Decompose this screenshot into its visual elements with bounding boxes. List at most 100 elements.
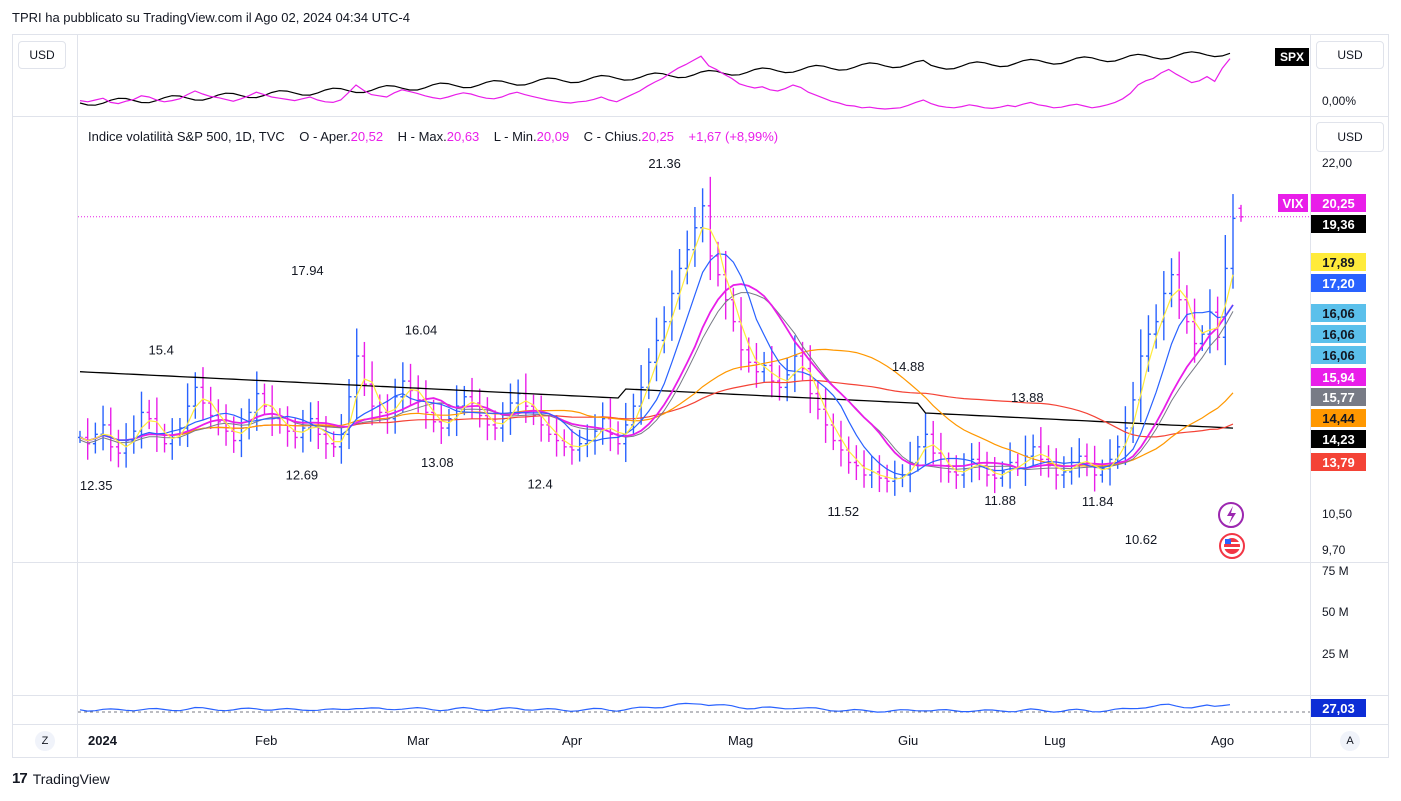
pane-separator: [12, 562, 1389, 563]
ohlc-bar: [899, 464, 905, 488]
ohlc-bar: [830, 413, 836, 451]
currency-button-left[interactable]: USD: [18, 41, 66, 69]
ohlc-bar: [592, 414, 598, 455]
ohlc-bar: [807, 345, 813, 414]
oscillator-badge: 27,03: [1311, 699, 1366, 717]
ohlc-bar: [431, 399, 437, 433]
event-icons[interactable]: [1218, 502, 1245, 559]
ohlc-bar: [746, 337, 752, 373]
currency-button-main[interactable]: USD: [1316, 122, 1384, 152]
ohlc-bar: [1061, 456, 1067, 489]
ohlc-bar: [507, 383, 513, 435]
price-badge: 15,77: [1311, 388, 1366, 406]
ohlc-bar: [946, 452, 952, 483]
ohlc-bar: [1107, 439, 1113, 486]
ohlc-bar-last: [1238, 204, 1244, 222]
extreme-value-label: 12.69: [286, 467, 319, 482]
ohlc-bar: [838, 420, 844, 467]
ohlc-bar: [146, 399, 152, 430]
extreme-value-label: 15.4: [149, 343, 174, 358]
ohlc-bar: [953, 455, 959, 489]
extreme-value-label: 17.94: [291, 263, 324, 278]
price-badge: 14,23: [1311, 430, 1366, 448]
extreme-value-label: 11.88: [984, 493, 1016, 508]
ohlc-bar: [277, 408, 283, 434]
ohlc-bar: [738, 297, 744, 371]
ohlc-bar: [346, 379, 352, 450]
extreme-value-label: 11.52: [828, 504, 860, 519]
pct-axis-label: 0,00%: [1322, 94, 1357, 108]
extreme-value-label: 12.35: [80, 478, 113, 493]
spx-compare-line: [79, 51, 1231, 106]
ohlc-bar: [1138, 329, 1144, 423]
pane-separator: [12, 724, 1389, 725]
symbol-badge: VIX: [1278, 194, 1308, 212]
oscillator-svg: [78, 702, 1310, 713]
ohlc-bar: [361, 341, 367, 396]
extreme-value-label: 11.84: [1082, 494, 1114, 509]
x-tick-label: Ago: [1211, 733, 1235, 748]
ohlc-bar: [1122, 406, 1128, 466]
ohlc-bar: [377, 394, 383, 423]
ohlc-bar: [269, 385, 275, 437]
annotation-labels: 12.35 15.4 17.94 12.69 16.04 13.08 12.4 21.36 11…: [80, 156, 1157, 547]
ohlc-bar: [930, 420, 936, 465]
price-badge: 17,20: [1311, 274, 1366, 292]
log-scale-toggle[interactable]: Z: [35, 731, 55, 751]
x-tick-label: Giu: [898, 733, 919, 748]
extreme-value-label: 12.4: [527, 477, 552, 492]
ohlc-bar: [938, 432, 944, 483]
tradingview-logo-icon: 17: [12, 770, 28, 787]
ohlc-bar: [185, 383, 191, 448]
ohlc-bar: [554, 415, 560, 457]
price-badge: 19,36: [1311, 215, 1366, 233]
ohlc-bar: [438, 402, 444, 444]
ohlc-bar: [1015, 453, 1021, 476]
ohlc-bar: [108, 407, 114, 462]
x-tick-label: 2024: [88, 733, 117, 748]
ohlc-bar: [1053, 448, 1059, 490]
extreme-value-label: 13.88: [1011, 390, 1044, 405]
ohlc-bar: [823, 387, 829, 443]
ma-100-line: [79, 379, 1234, 442]
ohlc-bar: [577, 429, 583, 462]
extreme-value-label: 14.88: [892, 359, 925, 374]
volume-tick-label: 25 M: [1322, 647, 1349, 661]
ohlc-bar: [1161, 271, 1167, 341]
price-badge: 14,44: [1311, 409, 1366, 427]
ohlc-bar: [515, 379, 521, 415]
ohlc-bar: [846, 436, 852, 474]
ohlc-bar: [607, 398, 613, 452]
ohlc-bar: [131, 415, 137, 454]
ohlc-bar: [200, 367, 206, 420]
y-tick-label: 10,50: [1322, 507, 1353, 521]
extreme-value-label: 10.62: [1125, 532, 1158, 547]
price-badge: 16,06: [1311, 346, 1366, 364]
ohlc-bar: [569, 429, 575, 465]
ohlc-bar: [1184, 285, 1190, 334]
volume-tick-label: 50 M: [1322, 605, 1349, 619]
ohlc-bar: [723, 250, 729, 320]
ohlc-bar: [100, 405, 106, 451]
price-badge: 17,89: [1311, 253, 1366, 271]
ohlc-bar: [215, 399, 221, 436]
ohlc-bar: [853, 445, 859, 481]
oscillator-line: [79, 702, 1231, 713]
ohlc-bar: [692, 206, 698, 267]
price-badge: 13,79: [1311, 453, 1366, 471]
x-tick-label: Mag: [728, 733, 754, 748]
ohlc-bar: [907, 441, 913, 493]
auto-scale-toggle[interactable]: A: [1340, 731, 1360, 751]
x-tick-label: Mar: [407, 733, 430, 748]
ohlc-bar: [354, 328, 360, 420]
currency-button-top[interactable]: USD: [1316, 41, 1384, 69]
x-tick-label: Apr: [562, 733, 583, 748]
ohlc-bar: [138, 391, 144, 449]
extreme-value-label: 16.04: [405, 323, 438, 338]
ohlc-bar: [261, 383, 267, 415]
ohlc-bar: [492, 410, 498, 441]
brand-name: TradingView: [32, 770, 110, 787]
ohlc-bar: [715, 241, 721, 287]
footer-brand[interactable]: 17 TradingView: [12, 770, 110, 787]
ohlc-bar: [669, 270, 675, 341]
